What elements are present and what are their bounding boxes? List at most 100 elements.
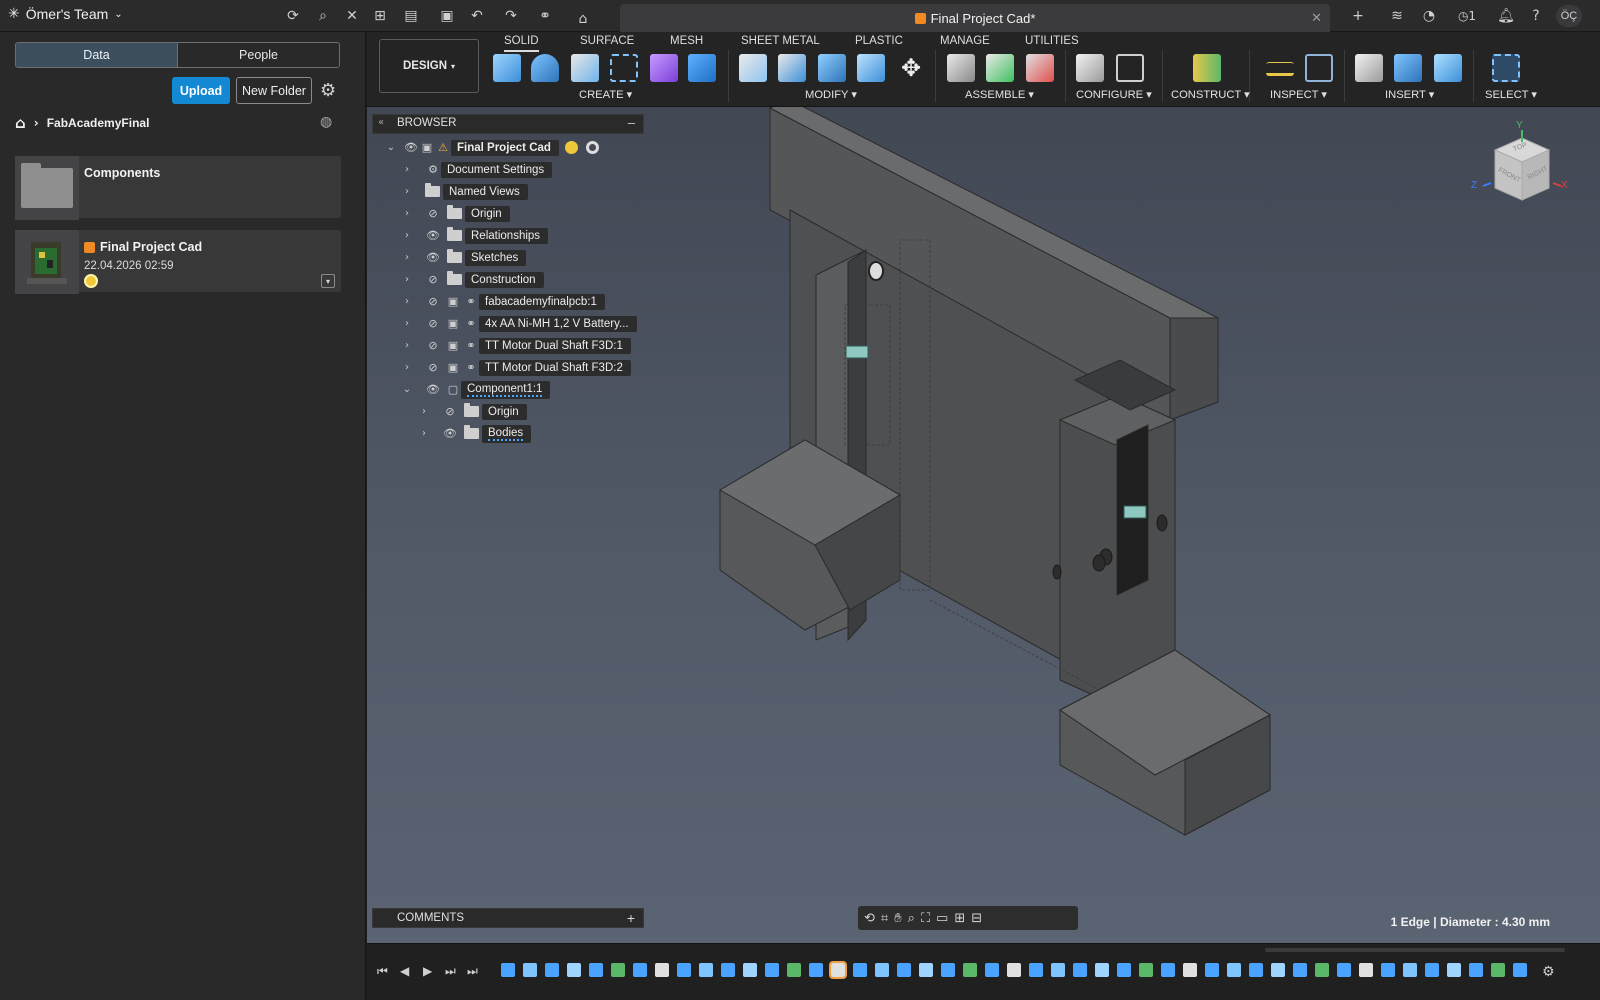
timeline-feature-icon[interactable]: [897, 963, 911, 977]
group-construct[interactable]: CONSTRUCT ▾: [1171, 88, 1250, 101]
tree-node-motor-1[interactable]: › ⊘ ▣ ⚭ TT Motor Dual Shaft F3D:1: [401, 336, 631, 355]
new-folder-button[interactable]: New Folder: [236, 77, 312, 104]
zoom-icon[interactable]: ⌕: [908, 911, 915, 926]
link-icon[interactable]: ⚭: [536, 7, 554, 25]
step-back-icon[interactable]: ◀: [400, 964, 409, 978]
group-assemble[interactable]: ASSEMBLE ▾: [965, 88, 1034, 101]
hidden-eye-icon[interactable]: ⊘: [425, 361, 441, 374]
form-icon[interactable]: [650, 54, 678, 82]
timeline-feature-icon[interactable]: [765, 963, 779, 977]
chevron-down-icon[interactable]: ⌄: [385, 142, 397, 153]
joint-marker[interactable]: [1123, 505, 1147, 519]
timeline-feature-icon[interactable]: [1359, 963, 1373, 977]
tab-data[interactable]: Data: [16, 43, 178, 67]
job-status[interactable]: ◷ 1: [1452, 7, 1482, 25]
search-icon[interactable]: ⌕: [314, 7, 332, 25]
collapse-panel-icon[interactable]: «: [378, 117, 384, 128]
group-create[interactable]: CREATE ▾: [579, 88, 632, 101]
timeline-feature-icon[interactable]: [1469, 963, 1483, 977]
home-icon[interactable]: ⌂: [15, 114, 26, 132]
close-panel-icon[interactable]: ✕: [343, 7, 361, 25]
item-menu-chevron-icon[interactable]: ▾: [321, 274, 335, 288]
activate-radio-icon[interactable]: [585, 141, 599, 154]
chevron-right-icon[interactable]: ›: [401, 274, 413, 285]
home-icon[interactable]: ⌂: [574, 10, 592, 28]
visibility-eye-icon[interactable]: 👁︎: [425, 383, 441, 396]
globe-icon[interactable]: ◍: [320, 114, 332, 130]
play-icon[interactable]: ▶: [423, 964, 432, 978]
timeline-feature-icon[interactable]: [787, 963, 801, 977]
timeline-feature-icon[interactable]: [677, 963, 691, 977]
insert-derive-icon[interactable]: [1355, 54, 1383, 82]
extensions-icon[interactable]: ≋: [1388, 7, 1406, 25]
combine-icon[interactable]: [818, 54, 846, 82]
timeline-feature-icon[interactable]: [1227, 963, 1241, 977]
section-analysis-icon[interactable]: [1305, 54, 1333, 82]
timeline-feature-icon[interactable]: [1051, 963, 1065, 977]
timeline-feature-icon[interactable]: [1293, 963, 1307, 977]
press-pull-icon[interactable]: [857, 54, 885, 82]
hidden-eye-icon[interactable]: ⊘: [442, 405, 458, 418]
timeline-feature-icon[interactable]: [501, 963, 515, 977]
sketch-icon[interactable]: [610, 54, 638, 82]
viewcube[interactable]: Y Z X TOP FRONT RIGHT: [1471, 120, 1568, 223]
tab-people[interactable]: People: [178, 43, 339, 67]
timeline-feature-icon[interactable]: [721, 963, 735, 977]
timeline-feature-icon[interactable]: [1183, 963, 1197, 977]
go-to-end-icon[interactable]: ⏭: [467, 964, 478, 979]
timeline-feature-icon[interactable]: [1425, 963, 1439, 977]
configure-icon[interactable]: [1076, 54, 1104, 82]
timeline-feature-icon[interactable]: [1271, 963, 1285, 977]
workspace-switcher[interactable]: DESIGN ▾: [379, 39, 479, 93]
user-avatar[interactable]: ÖÇ: [1556, 5, 1582, 27]
timeline-feature-icon[interactable]: [941, 963, 955, 977]
refresh-icon[interactable]: ⟳: [284, 7, 302, 25]
timeline-feature-icon[interactable]: [853, 963, 867, 977]
visibility-eye-icon[interactable]: 👁︎: [425, 251, 441, 264]
hidden-eye-icon[interactable]: ⊘: [425, 317, 441, 330]
breadcrumb-project[interactable]: FabAcademyFinal: [47, 116, 150, 130]
shell-icon[interactable]: [778, 54, 806, 82]
timeline-feature-icon[interactable]: [567, 963, 581, 977]
insert-mesh-icon[interactable]: [1394, 54, 1422, 82]
tree-root[interactable]: ⌄ 👁︎ ▣ ⚠ Final Project Cad: [385, 138, 599, 157]
viewcube-graphic[interactable]: [1477, 128, 1567, 218]
design-item-final-project[interactable]: Final Project Cad 22.04.2026 02:59 ▾: [15, 230, 341, 294]
fit-icon[interactable]: ⛶: [921, 911, 930, 926]
hidden-eye-icon[interactable]: ⊘: [425, 339, 441, 352]
timeline-feature-icon[interactable]: [1205, 963, 1219, 977]
timeline-feature-icon[interactable]: [1073, 963, 1087, 977]
timeline-feature-icon[interactable]: [1007, 963, 1021, 977]
timeline-feature-icon[interactable]: [1029, 963, 1043, 977]
apps-grid-icon[interactable]: ⊞: [371, 7, 389, 25]
timeline-feature-icon[interactable]: [1337, 963, 1351, 977]
look-at-icon[interactable]: ⌗: [881, 911, 888, 926]
group-select[interactable]: SELECT ▾: [1485, 88, 1537, 101]
chevron-right-icon[interactable]: ›: [401, 362, 413, 373]
chevron-right-icon[interactable]: ›: [401, 208, 413, 219]
tab-mesh[interactable]: MESH: [670, 34, 703, 52]
chevron-down-icon[interactable]: ⌄: [401, 384, 413, 395]
tab-utilities[interactable]: UTILITIES: [1025, 34, 1079, 52]
new-component-icon[interactable]: [493, 54, 521, 82]
tree-node-pcb[interactable]: › ⊘ ▣ ⚭ fabacademyfinalpcb:1: [401, 292, 605, 311]
chevron-right-icon[interactable]: ›: [401, 340, 413, 351]
timeline-feature-icon[interactable]: [875, 963, 889, 977]
group-configure[interactable]: CONFIGURE ▾: [1076, 88, 1152, 101]
timeline-feature-icon[interactable]: [1403, 963, 1417, 977]
tree-node-component1-origin[interactable]: › ⊘ Origin: [418, 402, 527, 421]
tree-node-relationships[interactable]: › 👁︎ Relationships: [401, 226, 549, 245]
fillet-icon[interactable]: [739, 54, 767, 82]
timeline-feature-icon[interactable]: [1095, 963, 1109, 977]
folder-item-components[interactable]: Components: [15, 156, 341, 220]
help-icon[interactable]: ?: [1527, 7, 1545, 25]
hidden-eye-icon[interactable]: ⊘: [425, 207, 441, 220]
as-built-joint-icon[interactable]: [986, 54, 1014, 82]
file-menu-icon[interactable]: ▤: [402, 7, 420, 25]
tab-manage[interactable]: MANAGE: [940, 34, 990, 52]
tab-plastic[interactable]: PLASTIC: [855, 34, 903, 52]
timeline-feature-icon[interactable]: [633, 963, 647, 977]
revolve-icon[interactable]: [571, 54, 599, 82]
chevron-right-icon[interactable]: ›: [401, 252, 413, 263]
tree-node-motor-2[interactable]: › ⊘ ▣ ⚭ TT Motor Dual Shaft F3D:2: [401, 358, 631, 377]
